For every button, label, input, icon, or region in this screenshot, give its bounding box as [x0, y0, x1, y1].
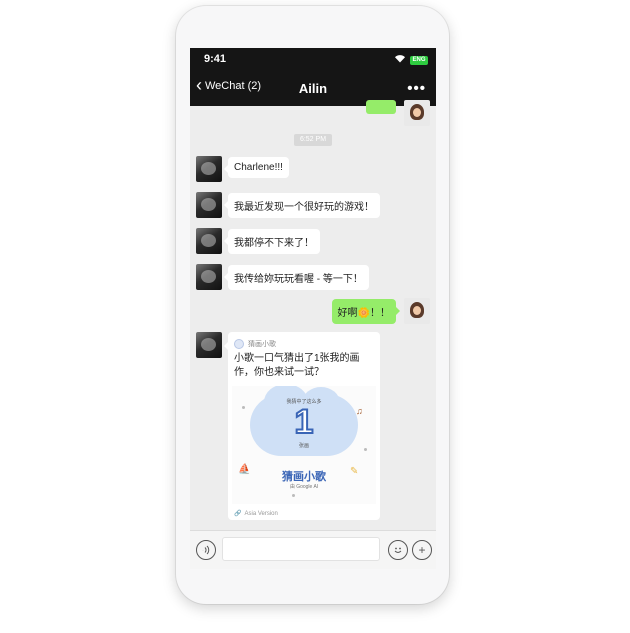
message-list[interactable]: 6:52 PM Charlene!!! 我最近发现一个很好玩的游戏！ 我都停不下… [190, 100, 436, 530]
chat-title: Ailin [298, 81, 328, 96]
card-footer-label: Asia Version [244, 510, 278, 517]
card-text: 小歌一口气猜出了1张我的画作，你也来试一试？ [234, 353, 360, 378]
dot-icon [292, 494, 295, 497]
battery-icon: ENG [410, 55, 428, 65]
voice-icon[interactable] [196, 540, 216, 560]
message-input[interactable] [222, 537, 380, 561]
google-ai-credit: 由 Google AI [289, 484, 319, 490]
card-preview-image: 我猜中了这么多 1 张画 ⛵ ♫ ✎ 猜画小歌 由 Google AI [232, 386, 376, 504]
dot-icon [364, 448, 367, 451]
more-icon[interactable]: ••• [407, 80, 426, 97]
input-bar: + [190, 530, 436, 569]
avatar[interactable] [196, 228, 222, 254]
link-icon: 🔗 [234, 511, 242, 517]
game-logo: 猜画小歌 [282, 471, 326, 483]
avatar[interactable] [196, 192, 222, 218]
wifi-icon [394, 54, 406, 66]
avatar[interactable] [196, 264, 222, 290]
emoji-icon[interactable] [388, 540, 408, 560]
mini-program-icon [234, 339, 244, 349]
card-source: 猜画小歌 [234, 339, 276, 349]
wechat-screen: 9:41 ENG ‹ WeChat (2) Ailin ••• 6:52 PM … [190, 48, 436, 569]
message-timestamp: 6:52 PM [294, 134, 332, 146]
avatar[interactable] [404, 100, 430, 126]
status-time: 9:41 [204, 53, 227, 65]
avatar[interactable] [404, 298, 430, 324]
drawings-count: 1 [294, 403, 315, 441]
message-bubble[interactable]: Charlene!!! [224, 157, 289, 178]
previous-message-bubble [366, 100, 396, 114]
chat-header: ‹ WeChat (2) Ailin ••• [190, 72, 436, 106]
dot-icon [242, 406, 245, 409]
message-bubble[interactable]: 我都停不下来了！ [224, 229, 320, 254]
message-bubble-outgoing[interactable]: 好啊🌼！！ [331, 299, 401, 324]
drawings-unit: 张画 [298, 443, 309, 449]
card-footer: 🔗 Asia Version [234, 510, 278, 518]
card-source-name: 猜画小歌 [248, 341, 276, 348]
avatar[interactable] [196, 332, 222, 358]
avatar[interactable] [196, 156, 222, 182]
mini-program-card[interactable]: 猜画小歌 小歌一口气猜出了1张我的画作，你也来试一试？ 我猜中了这么多 1 张画… [224, 332, 380, 520]
plus-icon[interactable]: + [412, 540, 432, 560]
status-bar: 9:41 ENG [190, 48, 436, 72]
message-bubble[interactable]: 我传给妳玩玩看喔 - 等一下！ [224, 265, 369, 290]
cloud-graphic: 我猜中了这么多 1 张画 [250, 386, 358, 456]
message-bubble[interactable]: 我最近发现一个很好玩的游戏！ [224, 193, 380, 218]
status-icons: ENG [394, 54, 428, 66]
